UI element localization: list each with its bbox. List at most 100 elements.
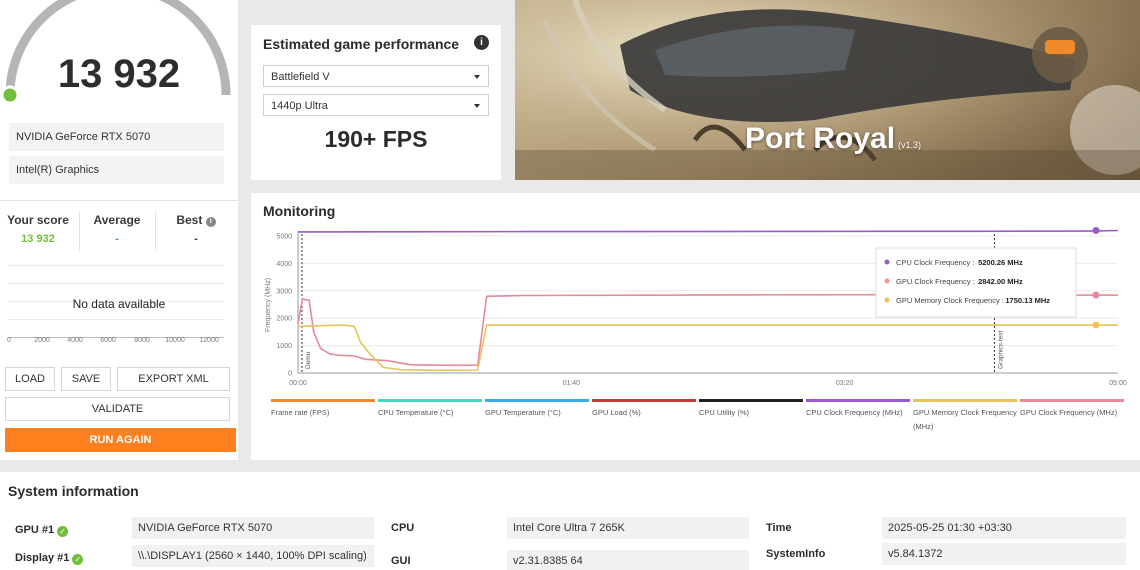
benchmark-name: Port Royal xyxy=(745,122,896,155)
legend-label: Frame rate (FPS) xyxy=(271,408,330,417)
grid-line xyxy=(8,319,224,320)
no-data-message: No data available xyxy=(72,297,166,311)
x-tick-label: 05:00 xyxy=(1109,380,1127,387)
display-value: \\.\DISPLAY1 (2560 × 1440, 100% DPI scal… xyxy=(132,545,374,567)
benchmark-banner: Port Royal (v1.3) xyxy=(515,0,1140,180)
legend-swatch xyxy=(1020,399,1124,402)
gpu-label-text: GPU #1 xyxy=(15,524,55,536)
legend-item[interactable]: GPU Temperature (°C) xyxy=(485,399,589,420)
game-select[interactable]: Battlefield V xyxy=(263,65,489,87)
tooltip-label: CPU Clock Frequency : xyxy=(896,258,974,267)
legend-swatch xyxy=(592,399,696,402)
score-card: 13 932 NVIDIA GeForce RTX 5070 Intel(R) … xyxy=(0,0,238,460)
tooltip-label: GPU Clock Frequency : xyxy=(896,277,975,286)
game-select-value: Battlefield V xyxy=(271,71,330,83)
gpu-label: GPU #1 ✓ xyxy=(15,524,69,537)
series-end-point xyxy=(1092,291,1100,299)
preset-select-value: 1440p Ultra xyxy=(271,100,328,112)
x-tick-label: 01:40 xyxy=(563,380,581,387)
fps-estimate: 190+ FPS xyxy=(324,126,428,152)
your-score: Your score 13 932 xyxy=(4,213,72,249)
validate-button[interactable]: VALIDATE xyxy=(5,397,230,421)
score-value: 13 932 xyxy=(57,52,181,96)
legend-item[interactable]: CPU Clock Frequency (MHz) xyxy=(806,399,910,420)
systeminfo-value: v5.84.1372 xyxy=(882,543,1126,565)
legend-label: CPU Utility (%) xyxy=(699,408,749,417)
cpu-value: Intel Core Ultra 7 265K xyxy=(507,517,749,539)
tooltip-value: 2842.00 MHz xyxy=(978,277,1023,286)
legend-label: GPU Load (%) xyxy=(592,408,641,417)
x-tick-label: 00:00 xyxy=(289,380,307,387)
export-xml-button[interactable]: EXPORT XML xyxy=(117,367,230,391)
series-end-point xyxy=(1092,227,1100,235)
y-tick-label: 2000 xyxy=(276,316,292,323)
histogram-tick: 10000 xyxy=(165,337,185,344)
y-tick-label: 3000 xyxy=(276,288,292,295)
estimated-title: Estimated game performance xyxy=(263,36,460,52)
preset-select[interactable]: 1440p Ultra xyxy=(263,94,489,116)
save-button[interactable]: SAVE xyxy=(61,367,111,391)
info-icon[interactable]: i xyxy=(474,35,489,50)
tooltip-value: 5200.26 MHz xyxy=(978,258,1023,267)
series-end-point xyxy=(1092,321,1100,329)
tooltip-dot xyxy=(884,259,890,265)
systeminfo-label: SystemInfo xyxy=(766,548,826,560)
legend-item[interactable]: GPU Load (%) xyxy=(592,399,696,420)
series-line xyxy=(297,324,1118,372)
best-label: Best xyxy=(176,213,203,227)
histogram-tick: 8000 xyxy=(134,337,150,344)
grid-line xyxy=(8,265,224,266)
check-icon: ✓ xyxy=(72,554,84,565)
load-button[interactable]: LOAD xyxy=(5,367,55,391)
legend-label: CPU Clock Frequency (MHz) xyxy=(806,408,903,417)
best-score: Best i - xyxy=(158,213,234,249)
legend-item[interactable]: CPU Temperature (°C) xyxy=(378,399,482,420)
tooltip-dot xyxy=(884,297,890,303)
marker-label: Graphics test xyxy=(997,331,1004,369)
legend-item[interactable]: GPU Memory Clock Frequency (MHz) xyxy=(913,399,1017,434)
display-label-text: Display #1 xyxy=(15,552,70,564)
tooltip-dot xyxy=(884,278,890,284)
x-tick-label: 03:20 xyxy=(836,380,854,387)
tooltip-label: GPU Memory Clock Frequency : xyxy=(896,296,1004,305)
legend-swatch xyxy=(378,399,482,402)
y-tick-label: 1000 xyxy=(276,343,292,350)
histogram-tick: 6000 xyxy=(100,337,116,344)
secondary-gpu-name: Intel(R) Graphics xyxy=(9,156,224,184)
histogram-tick: 2000 xyxy=(34,337,50,344)
average-value: - xyxy=(115,233,119,245)
cpu-label: CPU xyxy=(391,522,415,534)
legend-swatch xyxy=(806,399,910,402)
display-label: Display #1 ✓ xyxy=(15,552,84,565)
legend-label: CPU Temperature (°C) xyxy=(378,408,454,417)
time-value: 2025-05-25 01:30 +03:30 xyxy=(882,517,1126,539)
average-label: Average xyxy=(93,213,141,227)
run-again-button[interactable]: RUN AGAIN xyxy=(5,428,236,452)
grid-line xyxy=(8,283,224,284)
gui-value: v2.31.8385 64 xyxy=(507,550,749,570)
average-score: Average - xyxy=(82,213,152,249)
your-score-label: Your score xyxy=(7,213,69,227)
caret-down-icon xyxy=(474,104,480,108)
legend-label: GPU Temperature (°C) xyxy=(485,408,561,417)
histogram-tick: 12000 xyxy=(199,337,219,344)
marker-label: Demo xyxy=(305,351,312,369)
your-score-value: 13 932 xyxy=(21,233,55,245)
caret-down-icon xyxy=(474,75,480,79)
histogram-tick: 0 xyxy=(7,337,11,344)
legend-item[interactable]: GPU Clock Frequency (MHz) xyxy=(1020,399,1124,420)
legend-label: GPU Clock Frequency (MHz) xyxy=(1020,408,1118,417)
y-tick-label: 0 xyxy=(288,371,292,378)
info-icon[interactable]: i xyxy=(205,217,216,227)
best-value: - xyxy=(194,233,198,245)
system-information: System information GPU #1 ✓ NVIDIA GeForc… xyxy=(0,472,1140,570)
legend-swatch xyxy=(485,399,589,402)
legend-item[interactable]: Frame rate (FPS) xyxy=(271,399,375,420)
monitoring-panel: Monitoring 0 1000 2000 3000 4000 5000 00:00 01:… xyxy=(251,193,1140,460)
legend-item[interactable]: CPU Utility (%) xyxy=(699,399,803,420)
monitoring-chart[interactable]: 0 1000 2000 3000 4000 5000 00:00 01:40 03:20 05:0… xyxy=(251,193,1140,393)
gpu-name: NVIDIA GeForce RTX 5070 xyxy=(9,123,224,151)
gpu-value: NVIDIA GeForce RTX 5070 xyxy=(132,517,374,539)
benchmark-title: Port Royal (v1.3) xyxy=(745,122,921,156)
y-tick-label: 4000 xyxy=(276,261,292,268)
